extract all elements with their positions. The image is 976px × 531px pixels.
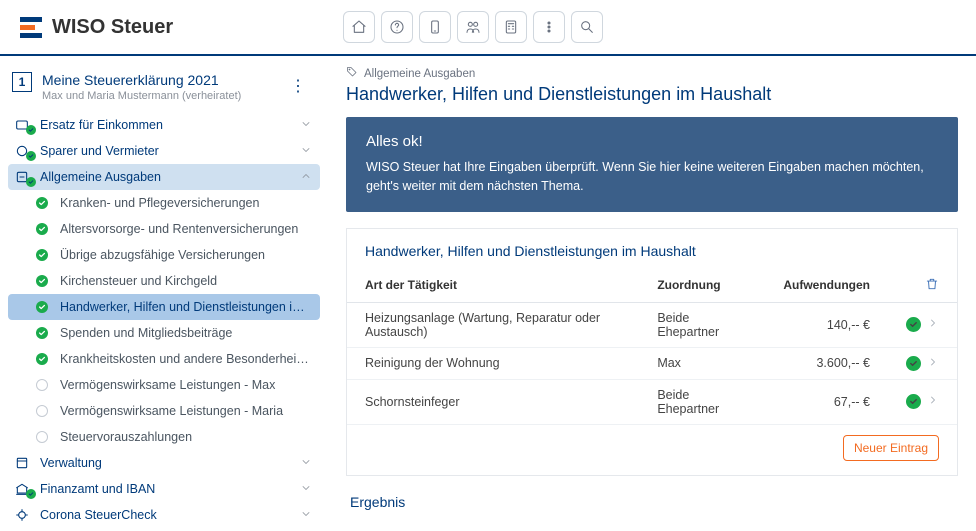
- empty-dot-icon: [36, 405, 48, 417]
- toolbar: [343, 11, 603, 43]
- nav-allgemeine-ausgaben[interactable]: Allgemeine Ausgaben: [8, 164, 320, 190]
- bank-icon: [12, 481, 32, 497]
- chevron-down-icon: [300, 456, 312, 471]
- table-row[interactable]: Reinigung der WohnungMax3.600,-- €: [347, 347, 957, 379]
- check-dot-icon: [36, 353, 48, 365]
- table-row[interactable]: Heizungsanlage (Wartung, Reparatur oder …: [347, 302, 957, 347]
- new-entry-button[interactable]: Neuer Eintrag: [843, 435, 939, 461]
- result-heading: Ergebnis: [350, 494, 954, 510]
- check-dot-icon: [36, 197, 48, 209]
- check-dot-icon: [36, 249, 48, 261]
- trash-icon[interactable]: [925, 280, 939, 294]
- check-dot-icon: [36, 275, 48, 287]
- breadcrumb: Allgemeine Ausgaben: [346, 66, 958, 81]
- mobile-button[interactable]: [419, 11, 451, 43]
- col-amount: Aufwendungen: [765, 271, 888, 303]
- declaration-title: Meine Steuererklärung 2021: [42, 72, 241, 88]
- check-icon: [906, 356, 921, 371]
- sidebar-sub-item[interactable]: Kranken- und Pflegeversicherungen: [8, 190, 320, 216]
- home-button[interactable]: [343, 11, 375, 43]
- check-dot-icon: [36, 223, 48, 235]
- sidebar-sub-item[interactable]: Krankheitskosten und andere Besonderheit…: [8, 346, 320, 372]
- step-1-badge: 1: [12, 72, 32, 92]
- sidebar-menu-button[interactable]: ⋮: [286, 72, 310, 100]
- chevron-down-icon: [300, 144, 312, 159]
- chevron-right-icon: [927, 317, 939, 332]
- search-button[interactable]: [571, 11, 603, 43]
- nav-ersatz-einkommen[interactable]: Ersatz für Einkommen: [8, 112, 320, 138]
- sidebar-sub-item[interactable]: Vermögenswirksame Leistungen - Max: [8, 372, 320, 398]
- more-button[interactable]: [533, 11, 565, 43]
- col-assign: Zuordnung: [639, 271, 765, 303]
- chevron-down-icon: [300, 482, 312, 497]
- sidebar-sub-item[interactable]: Vermögenswirksame Leistungen - Maria: [8, 398, 320, 424]
- nav-verwaltung[interactable]: Verwaltung: [8, 450, 320, 476]
- chevron-right-icon: [927, 356, 939, 371]
- sidebar-sub-item[interactable]: Spenden und Mitgliedsbeiträge: [8, 320, 320, 346]
- banner-heading: Alles ok!: [366, 133, 938, 150]
- chevron-down-icon: [300, 508, 312, 523]
- sidebar-header: 1 Meine Steuererklärung 2021 Max und Mar…: [8, 66, 320, 110]
- sidebar: 1 Meine Steuererklärung 2021 Max und Mar…: [0, 56, 328, 531]
- admin-icon: [12, 455, 32, 471]
- empty-dot-icon: [36, 379, 48, 391]
- piggy-icon: [12, 143, 32, 159]
- panel-heading: Handwerker, Hilfen und Dienstleistungen …: [347, 229, 957, 271]
- folder-icon: [12, 117, 32, 133]
- chevron-right-icon: [927, 394, 939, 409]
- check-icon: [906, 394, 921, 409]
- brand-name: WISO Steuer: [52, 16, 173, 39]
- entries-panel: Handwerker, Hilfen und Dienstleistungen …: [346, 228, 958, 476]
- check-icon: [906, 317, 921, 332]
- page-title: Handwerker, Hilfen und Dienstleistungen …: [346, 84, 958, 105]
- banner-text: WISO Steuer hat Ihre Eingaben überprüft.…: [366, 158, 938, 196]
- app-logo: WISO Steuer: [20, 16, 173, 39]
- nav-tree: Ersatz für Einkommen Sparer und Vermiete…: [8, 112, 320, 531]
- nav-finanzamt-iban[interactable]: Finanzamt und IBAN: [8, 476, 320, 502]
- empty-dot-icon: [36, 431, 48, 443]
- result-section: Ergebnis Haushaltsnahe Dienstleistungen3…: [346, 494, 958, 531]
- calculator-button[interactable]: [495, 11, 527, 43]
- virus-icon: [12, 507, 32, 523]
- chevron-down-icon: [300, 118, 312, 133]
- chevron-up-icon: [300, 170, 312, 185]
- check-dot-icon: [36, 301, 48, 313]
- table-row[interactable]: SchornsteinfegerBeide Ehepartner67,-- €: [347, 379, 957, 424]
- tag-icon: [346, 66, 358, 81]
- entries-table: Art der Tätigkeit Zuordnung Aufwendungen…: [347, 271, 957, 425]
- declaration-subtitle: Max und Maria Mustermann (verheiratet): [42, 90, 241, 102]
- expense-icon: [12, 169, 32, 185]
- sidebar-sub-item[interactable]: Kirchensteuer und Kirchgeld: [8, 268, 320, 294]
- nav-sparer-vermieter[interactable]: Sparer und Vermieter: [8, 138, 320, 164]
- col-type: Art der Tätigkeit: [347, 271, 639, 303]
- result-row: Haushaltsnahe Dienstleistungen3.600,-- €: [350, 526, 954, 531]
- people-button[interactable]: [457, 11, 489, 43]
- sidebar-sub-item[interactable]: Steuervorauszahlungen: [8, 424, 320, 450]
- check-dot-icon: [36, 327, 48, 339]
- sidebar-sub-item[interactable]: Handwerker, Hilfen und Dienstleistungen …: [8, 294, 320, 320]
- help-button[interactable]: [381, 11, 413, 43]
- app-header: WISO Steuer: [0, 0, 976, 56]
- nav-corona-check[interactable]: Corona SteuerCheck: [8, 502, 320, 528]
- sidebar-sub-item[interactable]: Übrige abzugsfähige Versicherungen: [8, 242, 320, 268]
- status-banner: Alles ok! WISO Steuer hat Ihre Eingaben …: [346, 117, 958, 212]
- sidebar-sub-item[interactable]: Altersvorsorge- und Rentenversicherungen: [8, 216, 320, 242]
- main-content: Allgemeine Ausgaben Handwerker, Hilfen u…: [328, 56, 976, 531]
